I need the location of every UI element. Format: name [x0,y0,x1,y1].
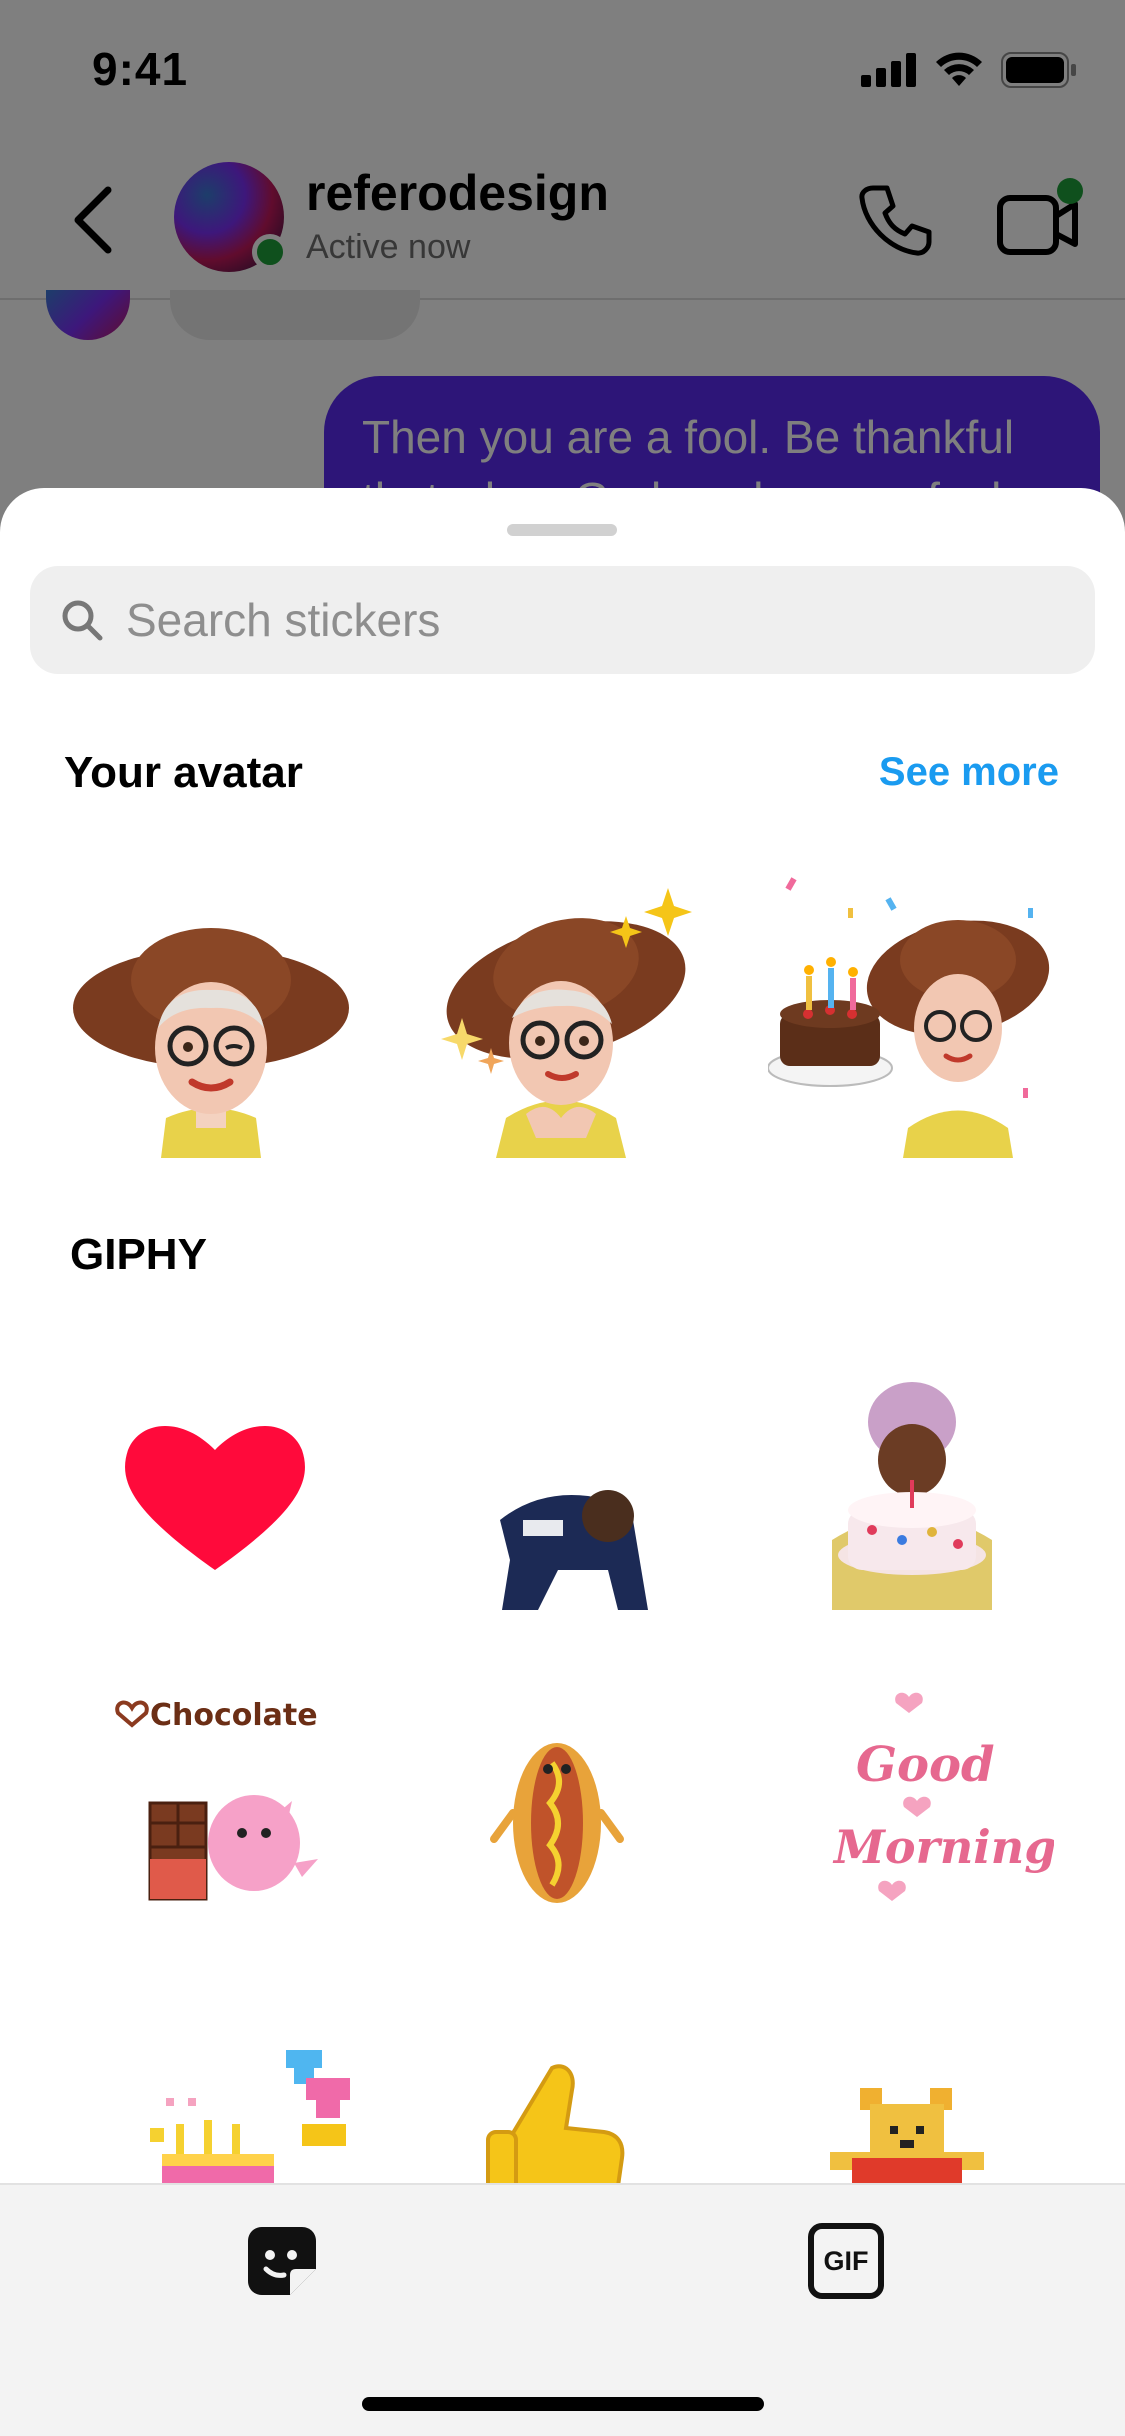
giphy-sticker-heart[interactable] [70,1340,360,1630]
sticker-tab-bar: GIF [0,2183,1125,2436]
giphy-sticker-hot-dog[interactable] [412,1663,702,1953]
good-morning-label-2: Morning! [832,1820,1054,1874]
giphy-sticker-football-player[interactable] [418,1340,708,1630]
sheet-grabber[interactable] [507,524,617,536]
chocolate-label: Chocolate [150,1698,318,1733]
search-input[interactable] [126,580,1066,660]
tab-stickers[interactable] [244,2223,320,2299]
avatar-sticker-birthday-cake[interactable] [768,868,1058,1158]
avatar-section-title: Your avatar [64,748,303,797]
sticker-sheet: Your avatar See more [0,488,1125,2436]
giphy-sticker-woman-with-cake[interactable] [762,1340,1052,1630]
avatar-sticker-sparkles[interactable] [416,868,706,1158]
tab-gif[interactable]: GIF [808,2223,884,2299]
sticker-search-box[interactable] [30,566,1095,674]
good-morning-label-1: Good [856,1737,995,1793]
see-more-link[interactable]: See more [879,750,1059,795]
giphy-section-title: GIPHY [70,1230,207,1279]
sticker-icon [248,2227,316,2295]
gif-icon: GIF [823,2245,869,2276]
giphy-sticker-chocolate-dino[interactable]: Chocolate [66,1663,356,1953]
avatar-sticker-winking[interactable] [66,868,356,1158]
giphy-sticker-good-morning[interactable]: Good Morning! [764,1663,1054,1953]
home-indicator[interactable] [362,2397,764,2411]
search-icon [62,600,103,641]
